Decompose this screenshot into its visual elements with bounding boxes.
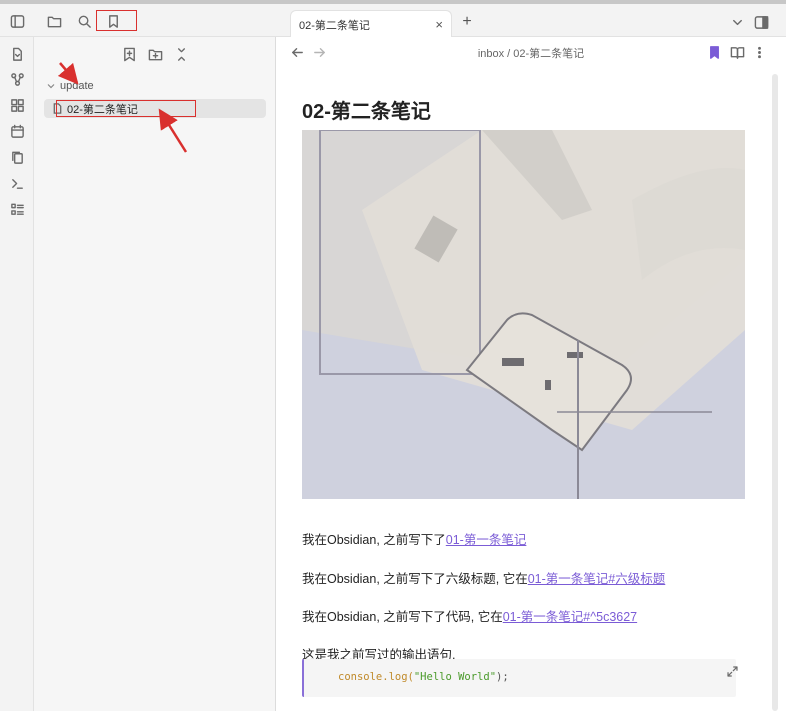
sidebar-toggle-icon[interactable] (8, 12, 26, 30)
graph-view-icon[interactable] (8, 70, 26, 88)
code-function: console.log( (338, 671, 414, 683)
scrollbar[interactable] (772, 74, 778, 711)
embedded-code-block[interactable]: console.log("Hello World"); (302, 659, 738, 697)
paragraph-3: 我在Obsidian, 之前写下了代码, 它在01-第一条笔记#^5c3627 (302, 606, 637, 625)
new-tab-button[interactable]: + (458, 13, 476, 31)
tab-title: 02-第二条笔记 (299, 19, 370, 32)
note-title: 02-第二条笔记 (302, 101, 431, 123)
editor-area: 02-第二条笔记 × + inbox / 02-第二条笔记 02-第二条笔记 我… (276, 4, 786, 711)
chevron-down-icon[interactable] (728, 13, 746, 31)
paragraph-text: 我在Obsidian, 之前写下了 (302, 533, 446, 547)
search-icon[interactable] (75, 12, 93, 30)
paragraph-1: 我在Obsidian, 之前写下了01-第一条笔记 (302, 529, 526, 548)
view-header: inbox / 02-第二条笔记 (276, 37, 786, 67)
tab-bar: 02-第二条笔记 × + (276, 4, 786, 38)
open-quick-switcher-icon[interactable] (8, 45, 26, 63)
bookmark-filled-icon[interactable] (706, 43, 722, 61)
internal-link[interactable]: 01-第一条笔记 (446, 533, 527, 547)
internal-link[interactable]: 01-第一条笔记#六级标题 (528, 572, 666, 586)
outline-icon[interactable] (8, 200, 26, 218)
left-sidebar: update 02-第二条笔记 (0, 4, 276, 711)
reading-view-icon[interactable] (728, 43, 746, 61)
ribbon (0, 37, 34, 711)
tab-note[interactable]: 02-第二条笔记 × (290, 10, 452, 38)
code-line: console.log("Hello World"); (338, 671, 509, 683)
close-icon[interactable]: × (435, 17, 443, 32)
annotation-arrows (57, 62, 188, 153)
annotation-box-bookmarks (96, 10, 137, 31)
internal-link[interactable]: 01-第一条笔记#^5c3627 (503, 610, 637, 624)
canvas-icon[interactable] (8, 96, 26, 114)
expand-icon[interactable] (724, 663, 740, 679)
file-explorer-icon[interactable] (45, 12, 63, 30)
calendar-icon[interactable] (8, 122, 26, 140)
code-end: ); (496, 671, 509, 683)
copy-icon[interactable] (8, 148, 26, 166)
more-options-icon[interactable] (750, 43, 768, 61)
sidebar-header (0, 4, 276, 37)
image-contents (302, 130, 745, 499)
paragraph-text: 我在Obsidian, 之前写下了代码, 它在 (302, 610, 503, 624)
code-string: "Hello World" (413, 671, 497, 683)
paragraph-2: 我在Obsidian, 之前写下了六级标题, 它在01-第一条笔记#六级标题 (302, 568, 665, 587)
paragraph-text: 我在Obsidian, 之前写下了六级标题, 它在 (302, 572, 528, 586)
bookmarks-pane: update 02-第二条笔记 (34, 37, 275, 711)
right-sidebar-toggle-icon[interactable] (752, 13, 770, 31)
embedded-image[interactable] (302, 130, 745, 499)
terminal-icon[interactable] (8, 174, 26, 192)
